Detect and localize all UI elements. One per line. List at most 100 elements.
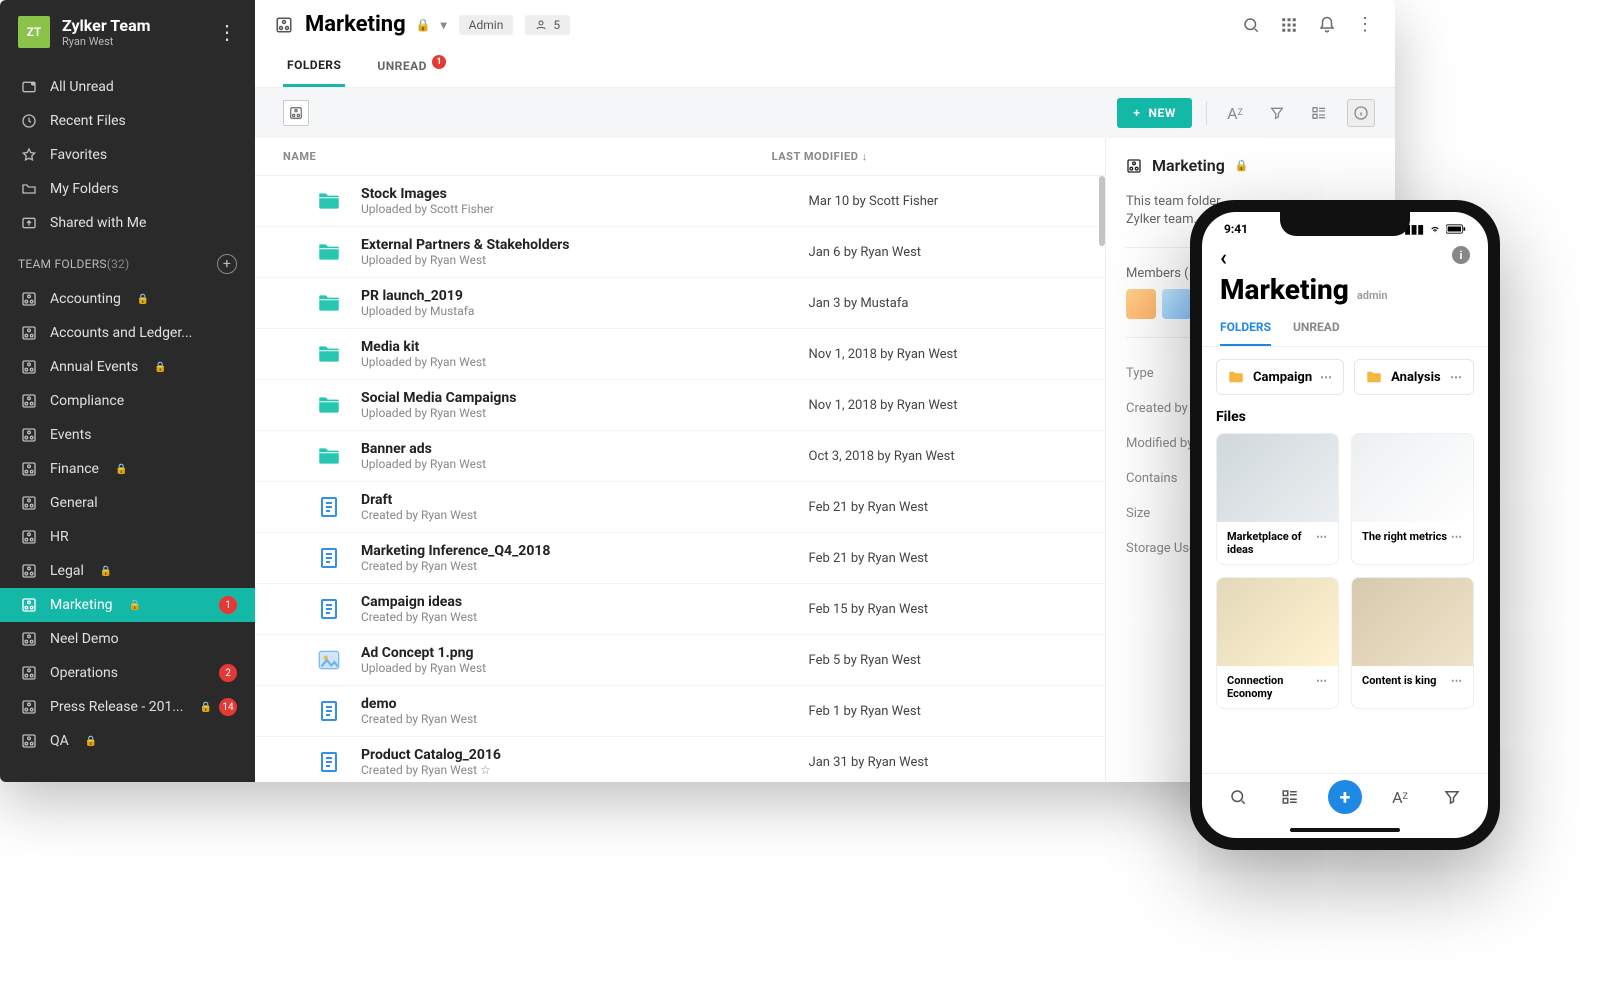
mobile-file-card[interactable]: Content is king ⋯ (1351, 577, 1474, 709)
tab-folders[interactable]: FOLDERS (283, 50, 345, 87)
overflow-menu-icon[interactable]: ⋮ (1355, 15, 1375, 35)
view-list-icon[interactable] (1305, 99, 1333, 127)
sort-arrow-down-icon: ↓ (862, 150, 868, 163)
sidebar-item-label: Annual Events (50, 359, 138, 375)
mobile-folder-chips: Campaign ⋯ Analysis ⋯ (1216, 359, 1474, 395)
more-icon[interactable]: ⋯ (1316, 530, 1328, 556)
filter-icon[interactable] (1263, 99, 1291, 127)
more-icon[interactable]: ⋯ (1320, 370, 1333, 384)
lock-icon: 🔒 (100, 566, 112, 577)
more-icon[interactable]: ⋯ (1316, 674, 1328, 700)
sidebar-item-label: HR (50, 529, 69, 545)
mobile-add-button[interactable]: + (1328, 780, 1362, 814)
sidebar-item-compliance[interactable]: Compliance (0, 384, 255, 418)
nav-all-unread[interactable]: All Unread (0, 70, 255, 104)
mobile-view-icon[interactable] (1276, 783, 1304, 811)
sidebar-item-operations[interactable]: Operations 2 (0, 656, 255, 690)
sidebar-item-events[interactable]: Events (0, 418, 255, 452)
back-button[interactable]: ‹ (1220, 246, 1227, 271)
add-team-folder-button[interactable]: + (217, 254, 237, 274)
thumbnail (1352, 434, 1473, 522)
file-name: Draft (361, 492, 791, 508)
folder-icon (315, 187, 343, 215)
nav-favorites[interactable]: Favorites (0, 138, 255, 172)
mobile-tab-folders[interactable]: FOLDERS (1220, 320, 1271, 346)
file-row[interactable]: Product Catalog_2016 Created by Ryan Wes… (255, 737, 1105, 782)
sidebar-item-accounting[interactable]: Accounting 🔒 (0, 282, 255, 316)
sidebar-item-legal[interactable]: Legal 🔒 (0, 554, 255, 588)
sidebar-item-hr[interactable]: HR (0, 520, 255, 554)
sort-az-icon[interactable]: AZ (1221, 99, 1249, 127)
avatar[interactable] (1126, 289, 1156, 319)
column-last-modified[interactable]: LAST MODIFIED ↓ (772, 150, 1077, 163)
mobile-file-card[interactable]: Marketplace of ideas ⋯ (1216, 433, 1339, 565)
team-name: Zylker Team (62, 16, 151, 35)
file-row[interactable]: Stock Images Uploaded by Scott Fisher Ma… (255, 176, 1105, 227)
members-chip[interactable]: 5 (525, 15, 570, 35)
mobile-file-card[interactable]: The right metrics ⋯ (1351, 433, 1474, 565)
column-name[interactable]: NAME (283, 150, 772, 163)
mobile-folder-chip[interactable]: Analysis ⋯ (1354, 359, 1474, 395)
new-button[interactable]: + NEW (1117, 98, 1192, 128)
mobile-folder-name: Campaign (1253, 370, 1312, 385)
team-folder-icon (20, 528, 38, 546)
doc-icon (315, 748, 343, 776)
nav-my-folders[interactable]: My Folders (0, 172, 255, 206)
sidebar-item-finance[interactable]: Finance 🔒 (0, 452, 255, 486)
sidebar-item-marketing[interactable]: Marketing 🔒 1 (0, 588, 255, 622)
chevron-down-icon[interactable]: ▾ (441, 18, 447, 32)
file-row[interactable]: Ad Concept 1.png Uploaded by Ryan West F… (255, 635, 1105, 686)
sidebar-item-label: Marketing (50, 597, 113, 613)
info-panel-toggle-icon[interactable] (1347, 99, 1375, 127)
avatar[interactable] (1162, 289, 1192, 319)
mobile-tab-unread[interactable]: UNREAD (1293, 320, 1340, 346)
sidebar-item-neel-demo[interactable]: Neel Demo (0, 622, 255, 656)
image-icon (315, 646, 343, 674)
file-row[interactable]: Campaign ideas Created by Ryan West Feb … (255, 584, 1105, 635)
nav-recent-files[interactable]: Recent Files (0, 104, 255, 138)
search-icon[interactable] (1241, 15, 1261, 35)
folder-icon (1365, 368, 1383, 386)
scrollbar[interactable] (1099, 176, 1105, 246)
home-indicator[interactable] (1290, 828, 1400, 832)
mobile-folder-chip[interactable]: Campaign ⋯ (1216, 359, 1344, 395)
file-row[interactable]: demo Created by Ryan West Feb 1 by Ryan … (255, 686, 1105, 737)
more-icon[interactable]: ⋯ (1450, 370, 1463, 384)
mobile-search-icon[interactable] (1224, 783, 1252, 811)
file-modified: Jan 6 by Ryan West (809, 245, 1077, 260)
file-row[interactable]: Banner ads Uploaded by Ryan West Oct 3, … (255, 431, 1105, 482)
more-icon[interactable]: ⋯ (1451, 530, 1463, 543)
folder-icon (20, 180, 38, 198)
mobile-sort-icon[interactable]: AZ (1386, 783, 1414, 811)
team-folder-icon (20, 426, 38, 444)
bell-icon[interactable] (1317, 15, 1337, 35)
sidebar-item-accounts-and-ledger-[interactable]: Accounts and Ledger... (0, 316, 255, 350)
file-row[interactable]: Media kit Uploaded by Ryan West Nov 1, 2… (255, 329, 1105, 380)
team-folder-icon (20, 358, 38, 376)
sidebar-item-annual-events[interactable]: Annual Events 🔒 (0, 350, 255, 384)
nav-shared-with-me[interactable]: Shared with Me (0, 206, 255, 240)
team-folder-icon (20, 664, 38, 682)
primary-nav: All Unread Recent Files Favorites My Fol… (0, 64, 255, 240)
thumbnail (1217, 578, 1338, 666)
mobile-tabs: FOLDERS UNREAD (1202, 310, 1488, 347)
mobile-file-card[interactable]: Connection Economy ⋯ (1216, 577, 1339, 709)
team-folder-icon (20, 290, 38, 308)
device-notch (1280, 212, 1410, 236)
tab-unread[interactable]: UNREAD 1 (373, 51, 450, 87)
file-row[interactable]: Social Media Campaigns Uploaded by Ryan … (255, 380, 1105, 431)
sidebar-item-press-release-201-[interactable]: Press Release - 201... 🔒 14 (0, 690, 255, 724)
info-icon[interactable]: i (1452, 246, 1470, 264)
breadcrumb-root-icon[interactable] (283, 100, 309, 126)
file-row[interactable]: Marketing Inference_Q4_2018 Created by R… (255, 533, 1105, 584)
mobile-filter-icon[interactable] (1438, 783, 1466, 811)
file-row[interactable]: External Partners & Stakeholders Uploade… (255, 227, 1105, 278)
more-icon[interactable]: ⋯ (1451, 674, 1463, 687)
sidebar-item-general[interactable]: General (0, 486, 255, 520)
apps-grid-icon[interactable] (1279, 15, 1299, 35)
file-row[interactable]: Draft Created by Ryan West Feb 21 by Rya… (255, 482, 1105, 533)
sidebar-item-qa[interactable]: QA 🔒 (0, 724, 255, 758)
file-row[interactable]: PR launch_2019 Uploaded by Mustafa Jan 3… (255, 278, 1105, 329)
nav-label: All Unread (50, 79, 114, 95)
team-menu-icon[interactable]: ⋮ (217, 20, 237, 44)
